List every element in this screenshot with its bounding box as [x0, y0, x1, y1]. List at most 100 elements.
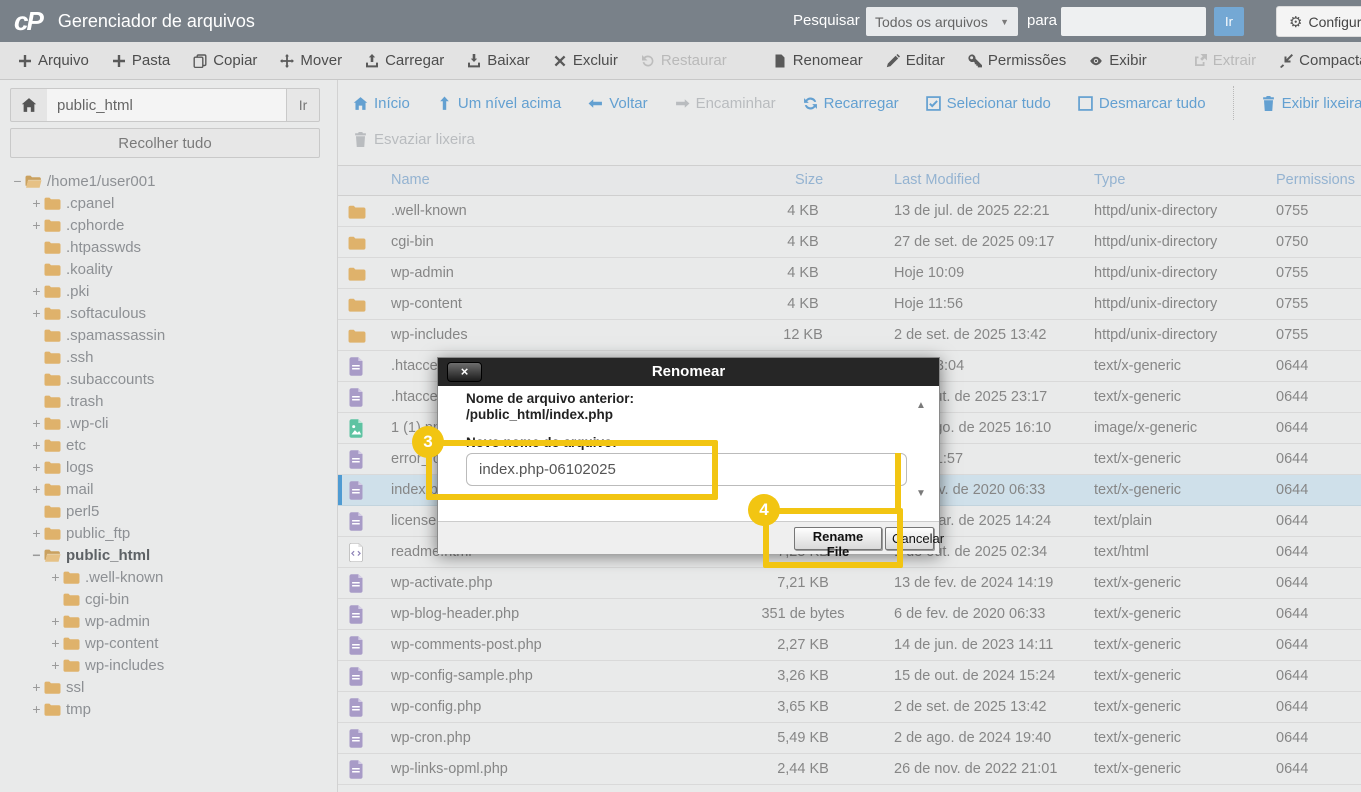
nav-desmarcar-tudo[interactable]: Desmarcar tudo	[1078, 95, 1206, 112]
tree-item-.subaccounts[interactable]: .subaccounts	[0, 368, 336, 390]
tree-item-public_html[interactable]: − public_html	[0, 544, 336, 566]
expand-icon[interactable]: +	[29, 217, 44, 233]
tree-item-wp-admin[interactable]: + wp-admin	[0, 610, 336, 632]
tree-item-.pki[interactable]: + .pki	[0, 280, 336, 302]
file-row-wp-links-opml.php[interactable]: wp-links-opml.php 2,44 KB 26 de nov. de 20…	[338, 754, 1361, 785]
toolbar-copiar[interactable]: Copiar	[193, 52, 257, 69]
collapse-icon[interactable]: −	[29, 547, 44, 563]
toolbar-renomear[interactable]: Renomear	[773, 52, 863, 69]
expand-icon[interactable]: +	[48, 569, 63, 585]
settings-button[interactable]: ⚙ Configurações	[1276, 6, 1361, 37]
expand-icon[interactable]: +	[48, 657, 63, 673]
doc-icon	[348, 667, 364, 686]
toolbar-carregar[interactable]: Carregar	[365, 52, 444, 69]
tree-item-.cpanel[interactable]: + .cpanel	[0, 192, 336, 214]
column-header-name[interactable]: Name	[391, 166, 430, 195]
nav-um-nivel-acima[interactable]: Um nível acima	[437, 95, 561, 112]
file-row-cgi-bin[interactable]: cgi-bin 4 KB 27 de set. de 2025 09:17 httpd…	[338, 227, 1361, 258]
home-path-button[interactable]	[10, 88, 48, 122]
expand-icon[interactable]: +	[29, 283, 44, 299]
nav-recarregar[interactable]: Recarregar	[803, 95, 899, 112]
nav-exibir-lixeira[interactable]: Exibir lixeira	[1261, 95, 1361, 112]
file-row-wp-comments-post.php[interactable]: wp-comments-post.php 2,27 KB 14 de jun. de…	[338, 630, 1361, 661]
expand-icon[interactable]: +	[29, 701, 44, 717]
column-header-size[interactable]: Size	[795, 166, 823, 195]
settings-label: Configurações	[1308, 13, 1361, 30]
expand-icon[interactable]: +	[29, 525, 44, 541]
expand-icon[interactable]: +	[29, 459, 44, 475]
file-row-.well-known[interactable]: .well-known 4 KB 13 de jul. de 2025 22:21 h…	[338, 196, 1361, 227]
toolbar-excluir[interactable]: Excluir	[553, 52, 618, 69]
toolbar-arquivo[interactable]: Arquivo	[18, 52, 89, 69]
expand-icon[interactable]: +	[48, 613, 63, 629]
file-row-wp-blog-header.php[interactable]: wp-blog-header.php 351 de bytes 6 de fev. …	[338, 599, 1361, 630]
nav-selecionar-tudo[interactable]: Selecionar tudo	[925, 95, 1051, 112]
scroll-down-icon[interactable]: ▼	[913, 488, 929, 499]
file-name: wp-content	[391, 296, 462, 312]
file-row-wp-includes[interactable]: wp-includes 12 KB 2 de set. de 2025 13:42 h…	[338, 320, 1361, 351]
tree-item-.well-known[interactable]: + .well-known	[0, 566, 336, 588]
tree-item-logs[interactable]: + logs	[0, 456, 336, 478]
tree-item-ssl[interactable]: + ssl	[0, 676, 336, 698]
tree-item-cgi-bin[interactable]: cgi-bin	[0, 588, 336, 610]
new-name-input[interactable]	[466, 453, 907, 486]
tree-item-.cphorde[interactable]: + .cphorde	[0, 214, 336, 236]
cancel-button[interactable]: Cancelar	[885, 527, 944, 550]
toolbar-baixar[interactable]: Baixar	[467, 52, 530, 69]
tree-item-wp-content[interactable]: + wp-content	[0, 632, 336, 654]
tree-item-.spamassassin[interactable]: .spamassassin	[0, 324, 336, 346]
folder-icon	[44, 461, 61, 474]
expand-icon[interactable]: +	[48, 635, 63, 651]
toolbar-permissoes[interactable]: Permissões	[968, 52, 1066, 69]
search-go-button[interactable]: Ir	[1214, 7, 1244, 36]
nav-inicio[interactable]: Início	[353, 95, 410, 112]
tree-item-.ssh[interactable]: .ssh	[0, 346, 336, 368]
tree-item-public_ftp[interactable]: + public_ftp	[0, 522, 336, 544]
key-icon	[968, 53, 982, 68]
path-go-button[interactable]: Ir	[286, 88, 320, 122]
close-icon[interactable]: ×	[447, 362, 482, 382]
column-header-permissions[interactable]: Permissions	[1276, 166, 1355, 195]
collapse-all-button[interactable]: Recolher tudo	[10, 128, 320, 158]
file-row-wp-activate.php[interactable]: wp-activate.php 7,21 KB 13 de fev. de 2024…	[338, 568, 1361, 599]
file-permissions: 0750	[1276, 234, 1309, 250]
expand-icon[interactable]: +	[29, 415, 44, 431]
path-input[interactable]	[47, 88, 287, 122]
toolbar-exibir[interactable]: Exibir	[1089, 52, 1147, 69]
toolbar-mover[interactable]: Mover	[280, 52, 342, 69]
search-input[interactable]	[1061, 7, 1206, 36]
tree-item-mail[interactable]: + mail	[0, 478, 336, 500]
tree-item-wp-includes[interactable]: + wp-includes	[0, 654, 336, 676]
file-row-wp-config-sample.php[interactable]: wp-config-sample.php 3,26 KB 15 de out. de…	[338, 661, 1361, 692]
tree-item-etc[interactable]: + etc	[0, 434, 336, 456]
tree-item-home1user001[interactable]: − /home1/user001	[0, 170, 336, 192]
rename-file-button[interactable]: Rename File	[794, 527, 882, 559]
file-row-wp-cron.php[interactable]: wp-cron.php 5,49 KB 2 de ago. de 2024 19:4…	[338, 723, 1361, 754]
file-row-wp-config.php[interactable]: wp-config.php 3,65 KB 2 de set. de 2025 13…	[338, 692, 1361, 723]
expand-icon[interactable]: +	[29, 437, 44, 453]
tree-item-tmp[interactable]: + tmp	[0, 698, 336, 720]
tree-item-.trash[interactable]: .trash	[0, 390, 336, 412]
tree-item-.wp-cli[interactable]: + .wp-cli	[0, 412, 336, 434]
expand-icon[interactable]: +	[29, 195, 44, 211]
collapse-icon[interactable]: −	[10, 173, 25, 189]
column-header-type[interactable]: Type	[1094, 166, 1125, 195]
scroll-up-icon[interactable]: ▲	[913, 400, 929, 411]
expand-icon[interactable]: +	[29, 305, 44, 321]
search-scope-select[interactable]: Todos os arquivos ▼	[866, 7, 1018, 36]
file-row-wp-content[interactable]: wp-content 4 KB Hoje 11:56 httpd/unix-direc…	[338, 289, 1361, 320]
file-type: image/x-generic	[1094, 420, 1198, 436]
column-header-last-modified[interactable]: Last Modified	[894, 166, 980, 195]
toolbar-pasta[interactable]: Pasta	[112, 52, 170, 69]
expand-icon[interactable]: +	[29, 481, 44, 497]
tree-item-.softaculous[interactable]: + .softaculous	[0, 302, 336, 324]
file-row-wp-admin[interactable]: wp-admin 4 KB Hoje 10:09 httpd/unix-directo…	[338, 258, 1361, 289]
toolbar-editar[interactable]: Editar	[886, 52, 945, 69]
tree-item-perl5[interactable]: perl5	[0, 500, 336, 522]
toolbar-compactar[interactable]: Compactar	[1279, 52, 1361, 69]
nav-voltar[interactable]: Voltar	[588, 95, 648, 112]
expand-icon[interactable]: +	[29, 679, 44, 695]
tree-item-.koality[interactable]: .koality	[0, 258, 336, 280]
tree-item-.htpasswds[interactable]: .htpasswds	[0, 236, 336, 258]
table-header: Name Size Last Modified Type Permissions	[338, 165, 1361, 196]
